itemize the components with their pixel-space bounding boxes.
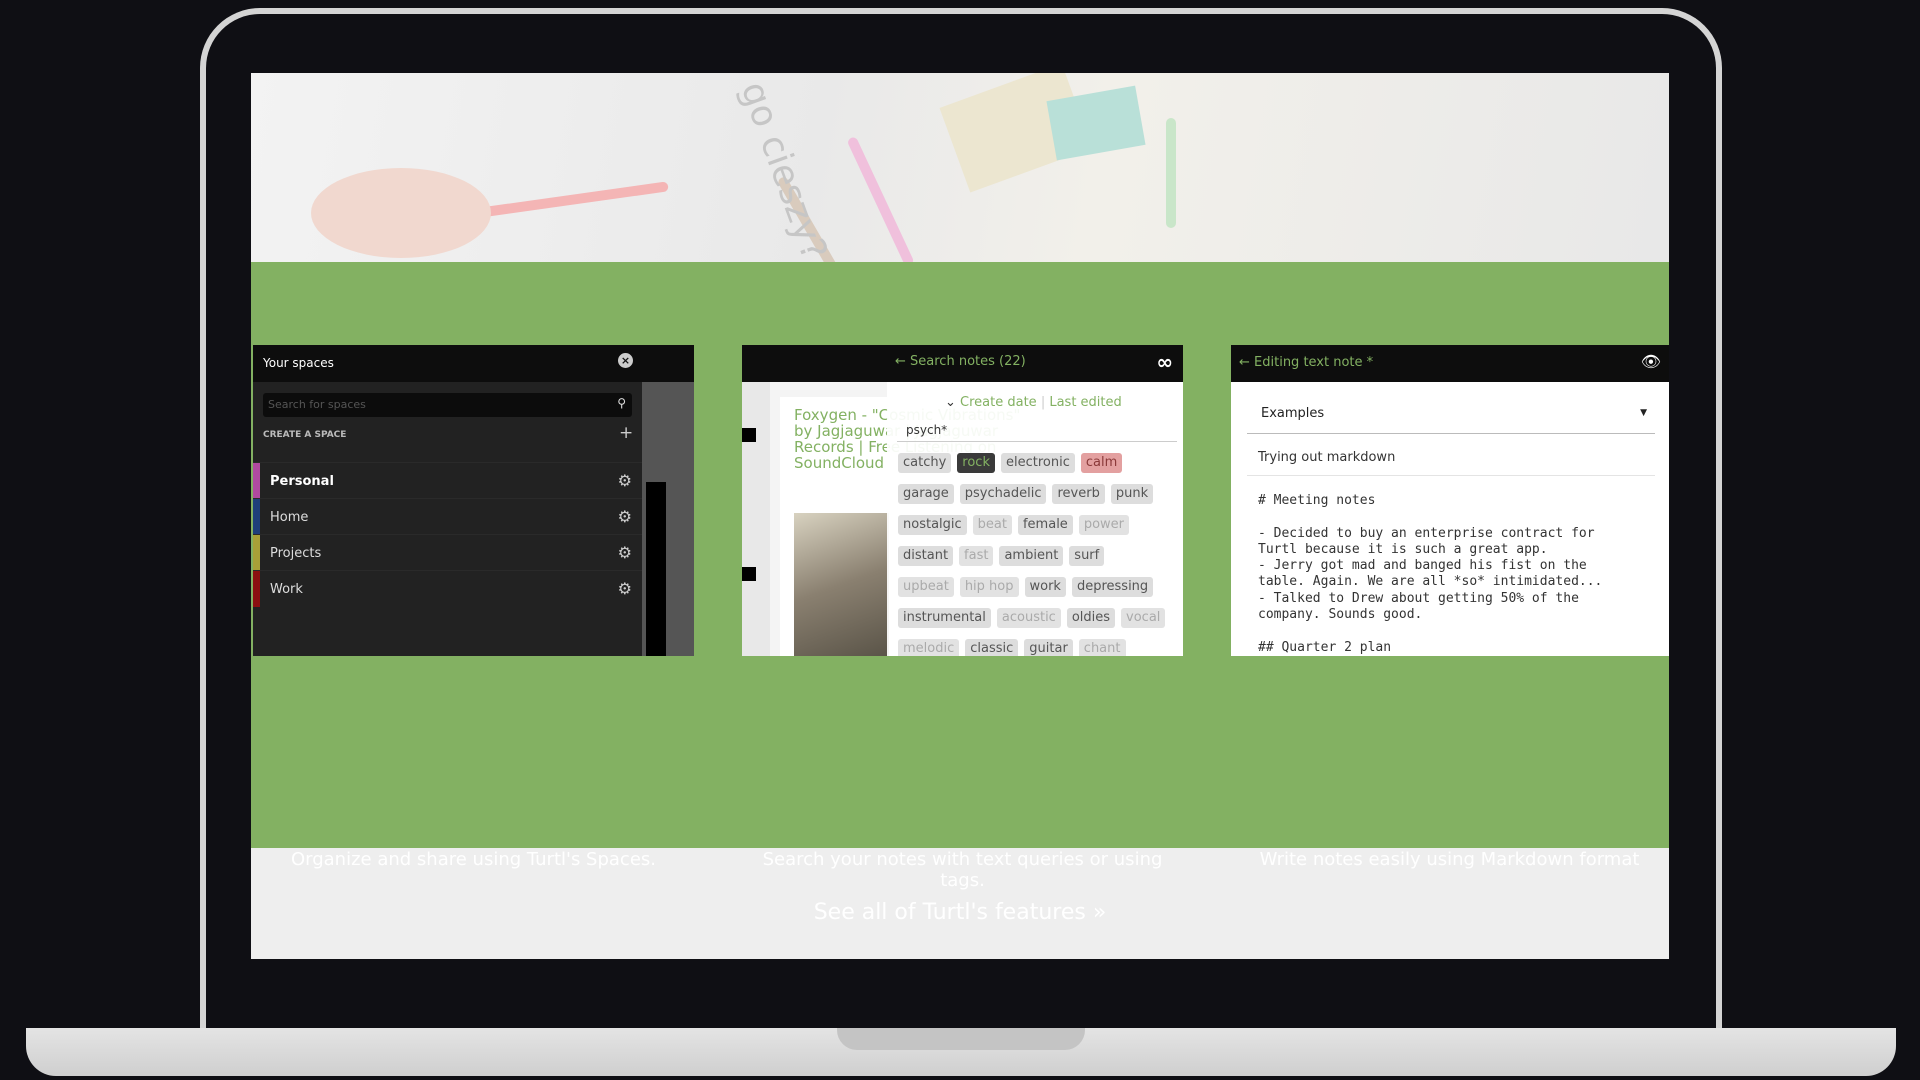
tag-acoustic[interactable]: acoustic	[996, 608, 1061, 628]
laptop-notch	[837, 1028, 1085, 1050]
tag-beat[interactable]: beat	[972, 515, 1012, 535]
editor-header: ← Editing text note * 👁	[1231, 345, 1669, 382]
hero-image: Co go cieszy?	[251, 73, 1669, 262]
sort-create-date[interactable]: Create date	[960, 395, 1037, 410]
editor-caption: Write notes easily using Markdown format	[1259, 849, 1640, 870]
tag-reverb[interactable]: reverb	[1052, 484, 1105, 504]
tag-rock[interactable]: rock	[957, 453, 995, 473]
tag-hip-hop[interactable]: hip hop	[959, 577, 1019, 597]
laptop-screen: Co go cieszy? Your spaces × Search for s…	[251, 73, 1669, 959]
tag-work[interactable]: work	[1024, 577, 1066, 597]
tag-electronic[interactable]: electronic	[1001, 453, 1075, 473]
spaces-header: Your spaces ×	[253, 345, 694, 382]
tag-distant[interactable]: distant	[898, 546, 954, 566]
editor-screenshot: ← Editing text note * 👁 Examples ▼ Trying…	[1231, 345, 1669, 656]
space-item-personal[interactable]: Personal ⚙	[253, 462, 642, 499]
tag-oldies[interactable]: oldies	[1066, 608, 1116, 628]
spaces-sidebar: Search for spaces ⚲ CREATE A SPACE + Pers…	[253, 382, 642, 656]
tag-female[interactable]: female	[1017, 515, 1073, 535]
tag-depressing[interactable]: depressing	[1071, 577, 1154, 597]
dropdown-arrow-icon: ▼	[1640, 408, 1647, 418]
search-overlay: ⌄ Create date | Last edited psych* catch…	[887, 382, 1183, 656]
space-select[interactable]: Examples ▼	[1247, 396, 1655, 434]
infinity-icon[interactable]: ∞	[1156, 350, 1173, 374]
tag-instrumental[interactable]: instrumental	[898, 608, 991, 628]
tag-guitar[interactable]: guitar	[1024, 639, 1073, 656]
note-image	[794, 513, 889, 656]
tag-catchy[interactable]: catchy	[898, 453, 952, 473]
tag-punk[interactable]: punk	[1110, 484, 1154, 504]
tag-ambient[interactable]: ambient	[999, 546, 1064, 566]
tag-list: catchy rock electronic calm garage psychadeli…	[898, 451, 1183, 656]
search-icon[interactable]: ⚲	[617, 396, 626, 410]
tag-upbeat[interactable]: upbeat	[898, 577, 954, 597]
eye-icon[interactable]: 👁	[1641, 352, 1661, 371]
tag-garage[interactable]: garage	[898, 484, 954, 504]
tag-chant[interactable]: chant	[1078, 639, 1126, 656]
gear-icon[interactable]: ⚙	[618, 507, 632, 526]
gear-icon[interactable]: ⚙	[618, 579, 632, 598]
space-item-home[interactable]: Home ⚙	[253, 498, 642, 535]
search-caption: Search your notes with text queries or u…	[762, 849, 1163, 891]
search-screenshot: Foxygen - "Cosmic Vibrations" by Jagjagu…	[742, 345, 1183, 656]
features-section: Your spaces × Search for spaces ⚲ CREATE …	[251, 262, 1669, 925]
close-circle-icon[interactable]: ×	[618, 353, 633, 368]
tag-fast[interactable]: fast	[959, 546, 994, 566]
plus-icon[interactable]: +	[619, 423, 633, 443]
space-item-work[interactable]: Work ⚙	[253, 570, 642, 607]
gear-icon[interactable]: ⚙	[618, 471, 632, 490]
space-item-projects[interactable]: Projects ⚙	[253, 534, 642, 571]
create-space-label[interactable]: CREATE A SPACE	[263, 430, 346, 440]
hero-handwriting: Co go cieszy?	[712, 73, 835, 262]
chevron-down-icon: ⌄	[945, 395, 961, 410]
search-header: ← Search notes (22) ∞	[742, 345, 1183, 382]
tag-surf[interactable]: surf	[1069, 546, 1105, 566]
tag-nostalgic[interactable]: nostalgic	[898, 515, 967, 535]
tag-psychadelic[interactable]: psychadelic	[959, 484, 1047, 504]
note-body-textarea[interactable]: # Meeting notes - Decided to buy an ente…	[1258, 493, 1602, 656]
see-all-features-link[interactable]: See all of Turtl's features »	[251, 900, 1669, 925]
search-title: Search notes (22)	[910, 354, 1026, 369]
tag-vocal[interactable]: vocal	[1121, 608, 1166, 628]
tag-calm[interactable]: calm	[1080, 453, 1123, 473]
editor-title: Editing text note *	[1254, 355, 1374, 370]
search-notes-input[interactable]: psych*	[897, 418, 1177, 442]
spaces-caption: Organize and share using Turtl's Spaces.	[290, 849, 657, 870]
back-arrow-icon[interactable]: ←	[1239, 355, 1254, 370]
note-title-input[interactable]: Trying out markdown	[1247, 442, 1655, 476]
tag-power[interactable]: power	[1078, 515, 1129, 535]
search-spaces-input[interactable]: Search for spaces ⚲	[263, 393, 632, 417]
gear-icon[interactable]: ⚙	[618, 543, 632, 562]
sort-last-edited[interactable]: Last edited	[1049, 395, 1121, 410]
spaces-screenshot: Your spaces × Search for spaces ⚲ CREATE …	[253, 345, 694, 656]
back-arrow-icon[interactable]: ←	[895, 354, 910, 369]
tag-classic[interactable]: classic	[965, 639, 1019, 656]
tag-melodic[interactable]: melodic	[898, 639, 960, 656]
spaces-title: Your spaces	[263, 356, 334, 370]
